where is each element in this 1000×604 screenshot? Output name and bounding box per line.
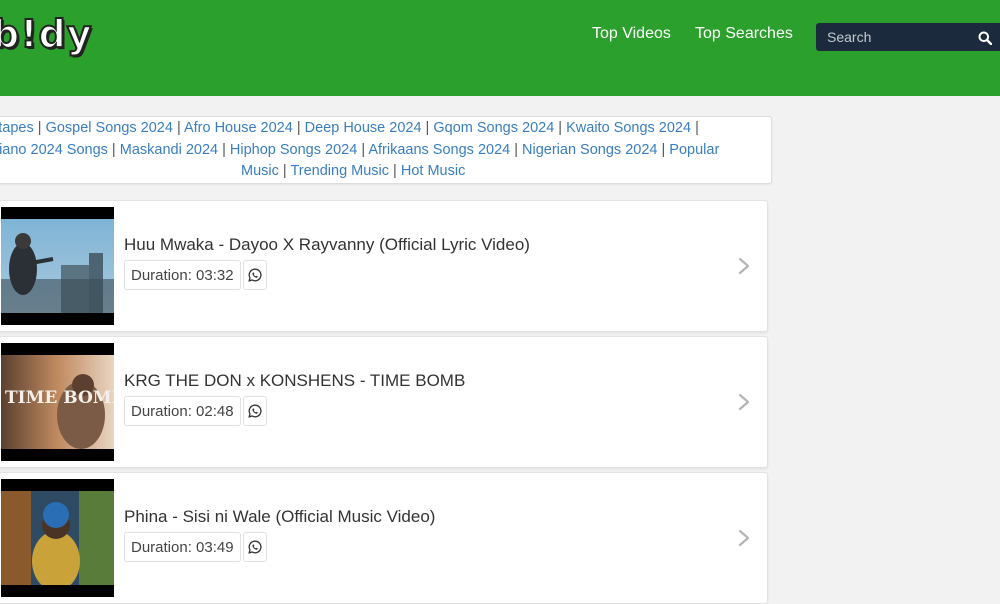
category-link[interactable]: Gqom Songs 2024 xyxy=(433,120,554,136)
video-title[interactable]: Phina - Sisi ni Wale (Official Music Vid… xyxy=(124,507,435,527)
chevron-right-icon[interactable] xyxy=(736,256,752,276)
search-icon xyxy=(978,31,992,45)
whatsapp-share-button[interactable] xyxy=(243,260,267,290)
video-card[interactable]: Phina - Sisi ni Wale (Official Music Vid… xyxy=(0,472,768,604)
site-logo[interactable]: b!dy xyxy=(0,11,93,57)
category-line-3: Music | Trending Music | Hot Music xyxy=(241,163,466,179)
thumbnail-text: TIME BOMB xyxy=(5,388,114,408)
category-link[interactable]: Gospel Songs 2024 xyxy=(46,120,173,136)
category-link[interactable]: Popular xyxy=(669,142,719,158)
search-box xyxy=(816,23,1000,51)
video-title[interactable]: Huu Mwaka - Dayoo X Rayvanny (Official L… xyxy=(124,235,530,255)
category-link[interactable]: piano 2024 Songs xyxy=(0,142,108,158)
thumbnail-image xyxy=(1,491,114,585)
video-duration: Duration: 02:48 xyxy=(124,396,241,426)
category-line-1: xtapes | Gospel Songs 2024 | Afro House … xyxy=(0,120,699,136)
video-thumbnail[interactable]: TIME BOMB xyxy=(1,343,114,461)
category-link[interactable]: Music xyxy=(241,163,279,179)
nav-top-videos[interactable]: Top Videos xyxy=(592,25,671,43)
thumbnail-image xyxy=(1,219,114,313)
category-link[interactable]: Trending Music xyxy=(290,163,389,179)
search-button[interactable] xyxy=(974,27,996,49)
video-thumbnail[interactable] xyxy=(1,479,114,597)
video-duration: Duration: 03:49 xyxy=(124,532,241,562)
category-line-2: piano 2024 Songs | Maskandi 2024 | Hipho… xyxy=(0,142,719,158)
video-card[interactable]: TIME BOMB KRG THE DON x KONSHENS - TIME … xyxy=(0,336,768,468)
category-link[interactable]: xtapes xyxy=(0,120,34,136)
video-title[interactable]: KRG THE DON x KONSHENS - TIME BOMB xyxy=(124,371,465,391)
category-links: xtapes | Gospel Songs 2024 | Afro House … xyxy=(0,116,772,184)
category-link[interactable]: Maskandi 2024 xyxy=(120,142,218,158)
category-link[interactable]: Afrikaans Songs 2024 xyxy=(368,142,510,158)
nav-top-searches[interactable]: Top Searches xyxy=(695,25,793,43)
category-link[interactable]: Hiphop Songs 2024 xyxy=(230,142,357,158)
category-link[interactable]: Kwaito Songs 2024 xyxy=(566,120,691,136)
search-input[interactable] xyxy=(816,23,966,51)
whatsapp-share-button[interactable] xyxy=(243,532,267,562)
thumbnail-image: TIME BOMB xyxy=(1,355,114,449)
category-link[interactable]: Nigerian Songs 2024 xyxy=(522,142,657,158)
chevron-right-icon[interactable] xyxy=(736,528,752,548)
whatsapp-icon xyxy=(248,268,262,282)
site-header: b!dy Top Videos Top Searches xyxy=(0,0,1000,96)
whatsapp-share-button[interactable] xyxy=(243,396,267,426)
whatsapp-icon xyxy=(248,404,262,418)
video-duration: Duration: 03:32 xyxy=(124,260,241,290)
whatsapp-icon xyxy=(248,540,262,554)
category-link[interactable]: Afro House 2024 xyxy=(184,120,293,136)
category-link[interactable]: Hot Music xyxy=(401,163,465,179)
video-card[interactable]: Huu Mwaka - Dayoo X Rayvanny (Official L… xyxy=(0,200,768,332)
video-thumbnail[interactable] xyxy=(1,207,114,325)
chevron-right-icon[interactable] xyxy=(736,392,752,412)
category-link[interactable]: Deep House 2024 xyxy=(305,120,422,136)
